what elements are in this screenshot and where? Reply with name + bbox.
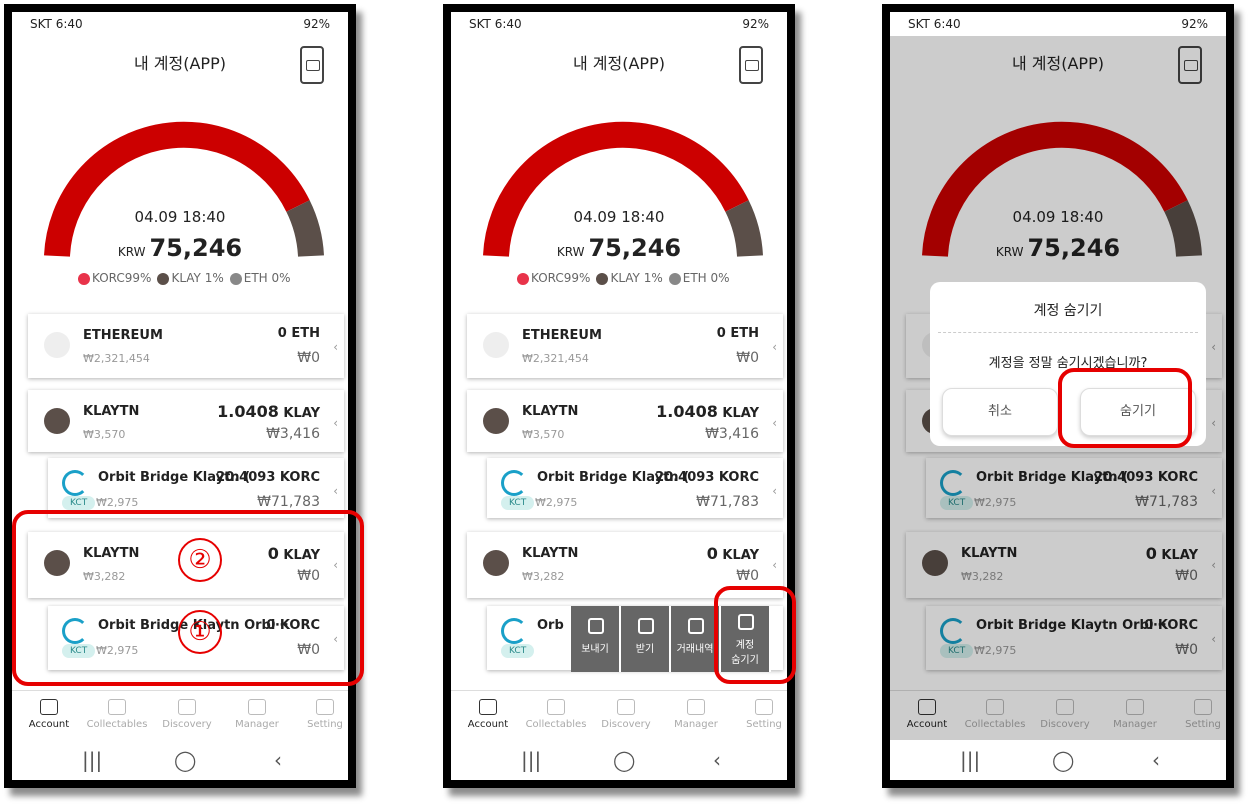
highlight-box-accounts bbox=[12, 510, 364, 686]
account-card-ethereum[interactable]: ETHEREUM ₩2,321,454 0 ETH ₩0 ‹ bbox=[28, 314, 344, 378]
manager-icon bbox=[248, 699, 266, 715]
home-icon[interactable]: ◯ bbox=[1052, 748, 1074, 772]
nav-account[interactable]: Account bbox=[14, 699, 84, 730]
chevron-left-icon[interactable]: ‹ bbox=[333, 484, 338, 498]
ethereum-icon bbox=[483, 332, 509, 358]
nav-collectables[interactable]: Collectables bbox=[521, 699, 591, 730]
carrier: SKT bbox=[30, 17, 52, 31]
system-navigation: ||| ◯ ‹ bbox=[12, 740, 348, 780]
page-title: 내 계정(APP) bbox=[134, 54, 226, 73]
wallet-icon[interactable] bbox=[300, 46, 324, 84]
recent-apps-icon[interactable]: ||| bbox=[521, 748, 541, 772]
chevron-left-icon[interactable]: ‹ bbox=[772, 484, 777, 498]
token-card-orbit[interactable]: Orbit Bridge Klaytn ( KCT ₩2,975 20.4093… bbox=[48, 458, 344, 518]
step-2-marker: ② bbox=[178, 538, 222, 582]
currency-label: KRW bbox=[117, 245, 146, 259]
token-card-orbit[interactable]: Orbit Bridge Klaytn ( KCT ₩2,975 20.4093… bbox=[487, 458, 783, 518]
orbit-icon bbox=[62, 470, 88, 496]
page-title: 내 계정(APP) bbox=[573, 54, 665, 73]
back-icon[interactable]: ‹ bbox=[713, 748, 721, 772]
planet-icon bbox=[178, 699, 196, 715]
chevron-left-icon[interactable]: ‹ bbox=[333, 340, 338, 354]
step-1-marker: ① bbox=[178, 610, 222, 654]
home-icon[interactable]: ◯ bbox=[613, 748, 635, 772]
account-card-klaytn[interactable]: KLAYTN ₩3,570 1.0408 KLAY ₩3,416 ‹ bbox=[467, 390, 783, 452]
clock: 6:40 bbox=[55, 17, 83, 31]
chevron-left-icon[interactable]: ‹ bbox=[772, 558, 777, 572]
dialog-divider bbox=[938, 332, 1198, 333]
system-navigation: ||| ◯ ‹ bbox=[890, 740, 1226, 780]
highlight-box-confirm bbox=[1058, 368, 1192, 448]
back-icon[interactable]: ‹ bbox=[274, 748, 282, 772]
status-bar: SKT 6:40 92% bbox=[12, 12, 348, 36]
send-icon bbox=[588, 618, 604, 634]
account-card-klaytn[interactable]: KLAYTN ₩3,570 1.0408 KLAY ₩3,416 ‹ bbox=[28, 390, 344, 452]
ethereum-icon bbox=[44, 332, 70, 358]
history-icon bbox=[688, 618, 704, 634]
legend-klay: KLAY 1% bbox=[157, 271, 224, 285]
battery-level: 92% bbox=[303, 17, 330, 31]
chevron-left-icon[interactable]: ‹ bbox=[333, 416, 338, 430]
gear-icon bbox=[316, 699, 334, 715]
chevron-left-icon[interactable]: ‹ bbox=[772, 416, 777, 430]
chevron-left-icon[interactable]: ‹ bbox=[772, 340, 777, 354]
nav-discovery[interactable]: Discovery bbox=[152, 699, 222, 730]
bottom-navigation: Account Collectables Discovery Manager S… bbox=[12, 690, 348, 741]
nav-manager[interactable]: Manager bbox=[222, 699, 292, 730]
cancel-button[interactable]: 취소 bbox=[942, 388, 1058, 436]
status-bar: SKT 6:40 92% bbox=[908, 17, 1208, 31]
bottom-navigation: Account Collectables Discovery Manager S… bbox=[451, 690, 787, 741]
gift-icon bbox=[108, 699, 126, 715]
gauge-total: KRW 75,246 bbox=[12, 234, 348, 262]
highlight-box-hide-button bbox=[714, 586, 796, 684]
legend-korc: KORC99% bbox=[78, 271, 151, 285]
back-icon[interactable]: ‹ bbox=[1152, 748, 1160, 772]
nav-collectables[interactable]: Collectables bbox=[82, 699, 152, 730]
dialog-title: 계정 숨기기 bbox=[1033, 303, 1103, 319]
system-navigation: ||| ◯ ‹ bbox=[451, 740, 787, 780]
nav-setting[interactable]: Setting bbox=[729, 699, 787, 730]
receive-button[interactable]: 받기 bbox=[621, 606, 671, 672]
home-icon[interactable]: ◯ bbox=[174, 748, 196, 772]
wallet-icon bbox=[40, 699, 58, 715]
recent-apps-icon[interactable]: ||| bbox=[960, 748, 980, 772]
klaytn-icon bbox=[483, 550, 509, 576]
orbit-icon bbox=[501, 618, 527, 644]
nav-setting[interactable]: Setting bbox=[290, 699, 348, 730]
status-bar: SKT 6:40 92% bbox=[469, 17, 769, 31]
nav-account[interactable]: Account bbox=[453, 699, 523, 730]
legend-eth: ETH 0% bbox=[229, 271, 291, 285]
total-amount: 75,246 bbox=[149, 234, 243, 262]
recent-apps-icon[interactable]: ||| bbox=[82, 748, 102, 772]
send-button[interactable]: 보내기 bbox=[571, 606, 621, 672]
wallet-icon[interactable] bbox=[739, 46, 763, 84]
qr-icon bbox=[638, 618, 654, 634]
klaytn-icon bbox=[483, 408, 509, 434]
gauge-legend: KORC99% KLAY 1% ETH 0% bbox=[517, 271, 730, 285]
orbit-icon bbox=[501, 470, 527, 496]
klaytn-icon bbox=[44, 408, 70, 434]
gauge-legend: KORC99% KLAY 1% ETH 0% bbox=[78, 271, 291, 285]
kct-badge: KCT bbox=[62, 496, 96, 510]
nav-discovery[interactable]: Discovery bbox=[591, 699, 661, 730]
nav-manager[interactable]: Manager bbox=[661, 699, 731, 730]
account-card-ethereum[interactable]: ETHEREUM ₩2,321,454 0 ETH ₩0 ‹ bbox=[467, 314, 783, 378]
gauge-date: 04.09 18:40 bbox=[134, 208, 226, 226]
